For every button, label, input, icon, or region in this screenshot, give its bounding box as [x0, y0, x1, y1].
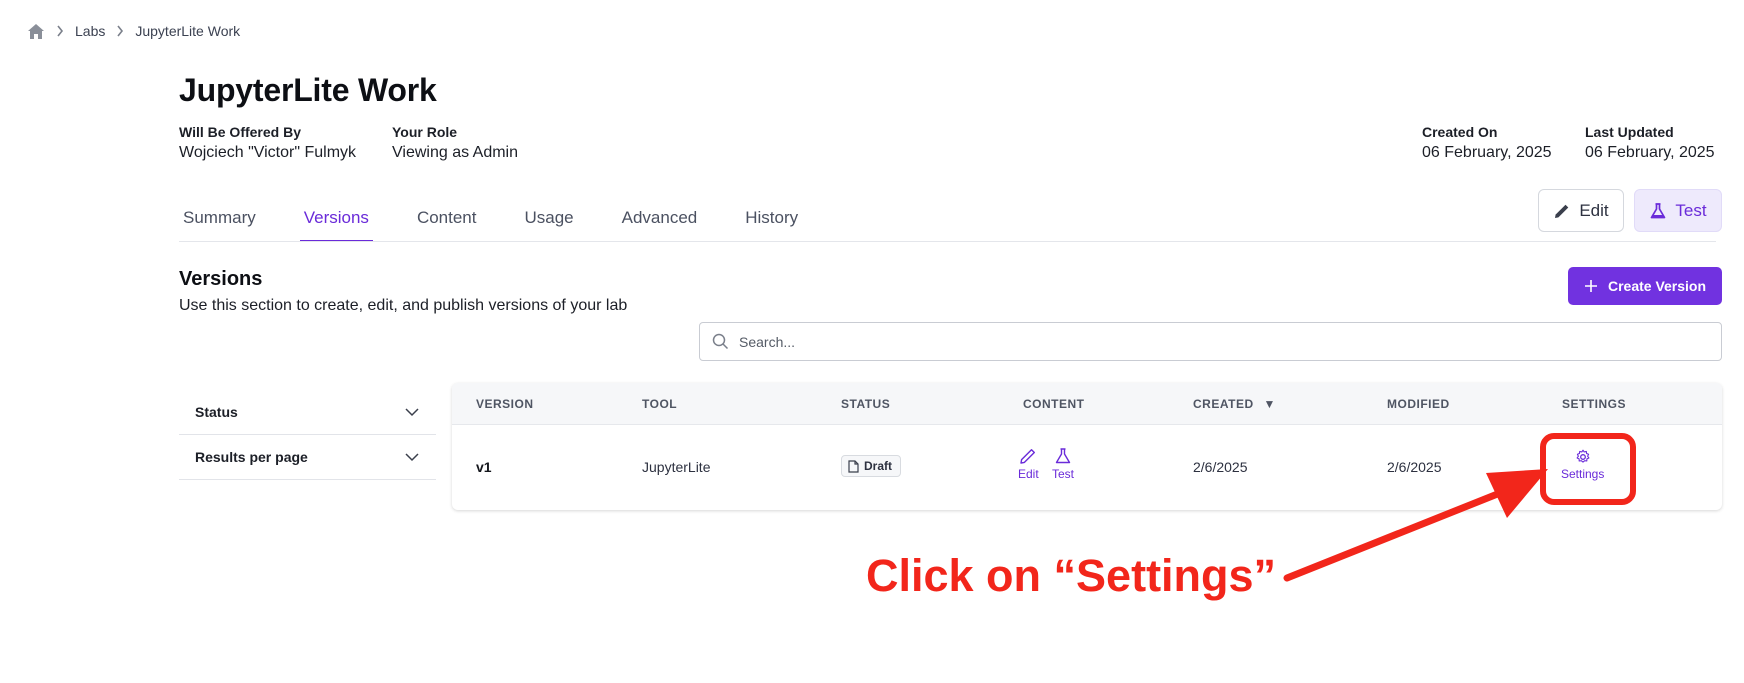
annotation-callout: Click on “Settings”: [866, 550, 1277, 601]
